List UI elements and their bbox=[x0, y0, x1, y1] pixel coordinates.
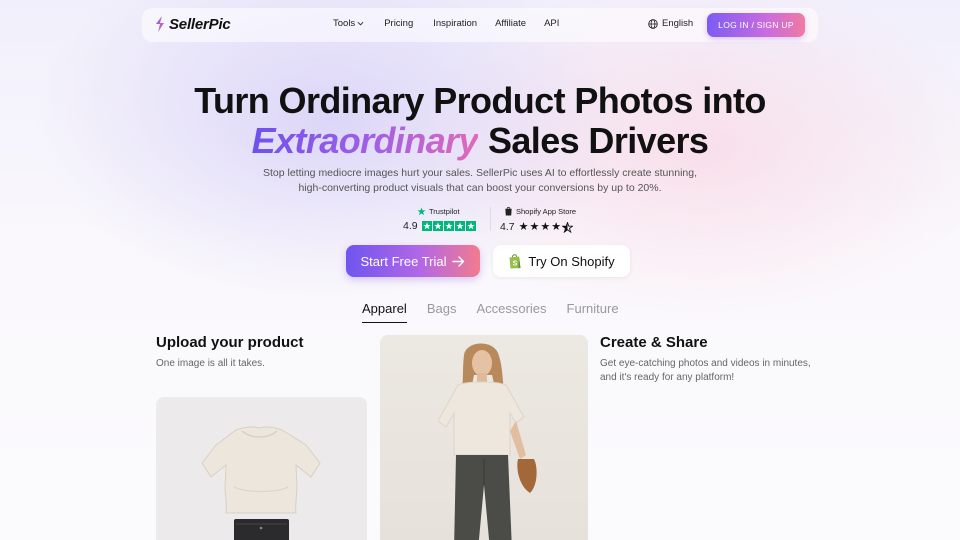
language-label: English bbox=[662, 18, 694, 29]
shopify-brand: Shopify App Store bbox=[504, 205, 576, 217]
tab-apparel[interactable]: Apparel bbox=[362, 301, 407, 323]
hero-title-line2: Extraordinary Sales Drivers bbox=[0, 120, 960, 162]
shopify-logo-icon: S bbox=[509, 254, 521, 269]
login-signup-button[interactable]: LOG IN / SIGN UP bbox=[707, 13, 805, 37]
shopify-label: Shopify App Store bbox=[516, 206, 577, 216]
logo[interactable]: SellerPic bbox=[154, 15, 231, 33]
tab-furniture[interactable]: Furniture bbox=[567, 301, 619, 323]
try-on-shopify-label: Try On Shopify bbox=[528, 253, 615, 269]
arrow-right-icon bbox=[452, 255, 465, 267]
product-upload-image bbox=[156, 397, 367, 540]
nav-inspiration[interactable]: Inspiration bbox=[433, 18, 477, 29]
trustpilot-logo-icon bbox=[417, 206, 426, 215]
logo-text: SellerPic bbox=[169, 15, 231, 33]
upload-section-title: Upload your product bbox=[156, 334, 304, 351]
hero-subtitle: Stop letting mediocre images hurt your s… bbox=[262, 167, 698, 194]
hero-title-accent: Extraordinary bbox=[251, 120, 479, 161]
star-full-icon: ★ bbox=[551, 221, 562, 233]
model-result-image bbox=[380, 335, 588, 540]
share-section-title: Create & Share bbox=[600, 334, 708, 351]
shopify-bag-icon bbox=[505, 207, 512, 216]
model-illustration bbox=[437, 343, 537, 540]
nav-links: Tools Pricing Inspiration Affiliate API bbox=[333, 18, 559, 29]
category-tabs: Apparel Bags Accessories Furniture bbox=[362, 301, 639, 323]
shopify-rating[interactable]: Shopify App Store 4.7 ★ ★ ★ ★ bbox=[500, 205, 576, 233]
trustpilot-brand: Trustpilot bbox=[417, 205, 460, 217]
tab-bags[interactable]: Bags bbox=[427, 301, 457, 323]
globe-icon bbox=[648, 18, 658, 29]
trustpilot-label: Trustpilot bbox=[429, 206, 460, 216]
nav-affiliate[interactable]: Affiliate bbox=[495, 18, 526, 29]
trustpilot-star-icon bbox=[454, 221, 465, 231]
start-free-trial-label: Start Free Trial bbox=[360, 253, 447, 269]
nav-tools-label: Tools bbox=[333, 18, 356, 29]
shopify-stars: ★ ★ ★ ★ bbox=[519, 220, 574, 233]
nav-tools[interactable]: Tools bbox=[333, 18, 364, 29]
trustpilot-score: 4.9 bbox=[403, 220, 418, 232]
hero-title-line1: Turn Ordinary Product Photos into bbox=[194, 80, 766, 121]
trustpilot-score-row: 4.9 bbox=[403, 220, 476, 232]
svg-text:S: S bbox=[513, 261, 518, 268]
star-half-icon bbox=[562, 222, 574, 233]
start-free-trial-button[interactable]: Start Free Trial bbox=[346, 245, 480, 277]
trustpilot-star-icon bbox=[465, 221, 476, 231]
nav-api[interactable]: API bbox=[544, 18, 559, 29]
trustpilot-star-icon bbox=[421, 221, 432, 231]
trustpilot-star-icon bbox=[432, 221, 443, 231]
try-on-shopify-button[interactable]: S Try On Shopify bbox=[493, 245, 630, 277]
trustpilot-rating[interactable]: Trustpilot 4.9 bbox=[403, 205, 476, 232]
trustpilot-star-icon bbox=[443, 221, 454, 231]
star-full-icon: ★ bbox=[540, 221, 551, 233]
language-selector[interactable]: English bbox=[648, 18, 693, 29]
logo-mark-icon bbox=[156, 16, 164, 32]
star-full-icon: ★ bbox=[529, 221, 540, 233]
nav-pricing[interactable]: Pricing bbox=[384, 18, 413, 29]
star-full-icon: ★ bbox=[518, 221, 529, 233]
ratings-divider bbox=[490, 207, 491, 231]
shopify-score: 4.7 bbox=[500, 220, 515, 233]
tab-accessories[interactable]: Accessories bbox=[476, 301, 546, 323]
trustpilot-stars bbox=[421, 221, 476, 231]
share-section-desc: Get eye-catching photos and videos in mi… bbox=[600, 358, 811, 383]
shopify-score-row: 4.7 ★ ★ ★ ★ bbox=[500, 220, 574, 233]
upload-section-desc: One image is all it takes. bbox=[156, 358, 265, 369]
top-navbar: SellerPic Tools Pricing Inspiration Affi… bbox=[142, 8, 818, 42]
product-garment-illustration bbox=[201, 426, 321, 540]
chevron-down-icon bbox=[357, 21, 364, 26]
hero-title-rest: Sales Drivers bbox=[487, 120, 709, 161]
